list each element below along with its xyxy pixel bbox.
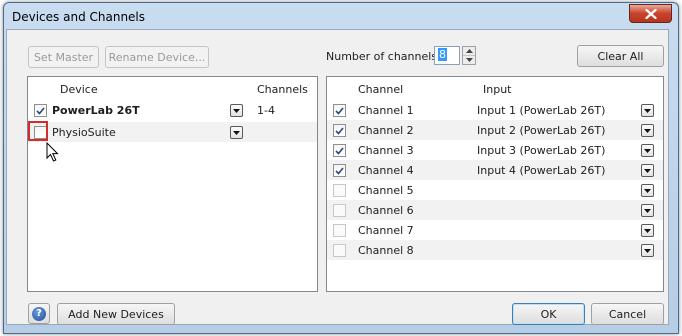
devices-header-device: Device bbox=[60, 83, 98, 96]
channel-name: Channel 6 bbox=[358, 204, 414, 217]
channel-input: Input 4 (PowerLab 26T) bbox=[477, 164, 606, 177]
channel-checkbox[interactable] bbox=[333, 164, 346, 177]
mouse-pointer-icon bbox=[46, 142, 59, 162]
channel-row[interactable]: Channel 5 bbox=[327, 180, 663, 200]
rename-device-button[interactable]: Rename Device... bbox=[105, 46, 209, 68]
channel-name: Channel 8 bbox=[358, 244, 414, 257]
channel-checkbox[interactable] bbox=[333, 224, 346, 237]
chevron-down-icon bbox=[644, 228, 651, 233]
input-dropdown-button[interactable] bbox=[641, 144, 654, 157]
channel-input: Input 2 (PowerLab 26T) bbox=[477, 124, 606, 137]
chevron-down-icon bbox=[644, 168, 651, 173]
num-channels-value: 8 bbox=[438, 48, 447, 61]
device-name: PowerLab 26T bbox=[52, 104, 140, 117]
chevron-up-icon bbox=[465, 49, 473, 53]
channel-checkbox[interactable] bbox=[333, 124, 346, 137]
channel-row[interactable]: Channel 7 bbox=[327, 220, 663, 240]
input-dropdown-button[interactable] bbox=[641, 184, 654, 197]
channel-checkbox[interactable] bbox=[333, 184, 346, 197]
chevron-down-icon bbox=[644, 108, 651, 113]
num-channels-input[interactable]: 8 bbox=[434, 46, 460, 65]
input-dropdown-button[interactable] bbox=[641, 204, 654, 217]
input-dropdown-button[interactable] bbox=[641, 244, 654, 257]
chevron-down-icon bbox=[644, 208, 651, 213]
chevron-down-icon bbox=[644, 248, 651, 253]
help-button[interactable]: ? bbox=[28, 303, 50, 324]
clear-all-button[interactable]: Clear All bbox=[577, 45, 664, 67]
checkmark-icon bbox=[335, 106, 344, 115]
title-bar: Devices and Channels bbox=[4, 3, 678, 31]
device-row[interactable]: PhysioSuite bbox=[28, 122, 317, 142]
chevron-down-icon bbox=[644, 188, 651, 193]
chevron-down-icon bbox=[233, 130, 240, 135]
input-dropdown-button[interactable] bbox=[641, 104, 654, 117]
device-dropdown-button[interactable] bbox=[230, 126, 243, 139]
channel-name: Channel 5 bbox=[358, 184, 414, 197]
checkmark-icon bbox=[335, 126, 344, 135]
channel-row[interactable]: Channel 1 Input 1 (PowerLab 26T) bbox=[327, 100, 663, 120]
close-icon bbox=[644, 8, 657, 19]
set-master-button[interactable]: Set Master bbox=[28, 46, 99, 68]
channel-checkbox[interactable] bbox=[333, 244, 346, 257]
device-dropdown-button[interactable] bbox=[230, 104, 243, 117]
channel-row[interactable]: Channel 3 Input 3 (PowerLab 26T) bbox=[327, 140, 663, 160]
channel-row[interactable]: Channel 6 bbox=[327, 200, 663, 220]
ok-button[interactable]: OK bbox=[512, 303, 585, 325]
channel-name: Channel 3 bbox=[358, 144, 414, 157]
channel-input: Input 1 (PowerLab 26T) bbox=[477, 104, 606, 117]
chevron-down-icon bbox=[465, 57, 473, 62]
checkmark-icon bbox=[335, 146, 344, 155]
checkbox-highlight bbox=[28, 121, 48, 141]
channel-input: Input 3 (PowerLab 26T) bbox=[477, 144, 606, 157]
num-channels-label: Number of channels: bbox=[326, 50, 441, 63]
channels-panel: Channel Input Channel 1 Input 1 (PowerLa… bbox=[326, 76, 664, 292]
channels-header-channel: Channel bbox=[358, 83, 404, 96]
device-row[interactable]: PowerLab 26T 1-4 bbox=[28, 100, 317, 120]
channel-row[interactable]: Channel 8 bbox=[327, 240, 663, 260]
device-channels: 1-4 bbox=[257, 104, 275, 117]
chevron-down-icon bbox=[644, 128, 651, 133]
device-checkbox[interactable] bbox=[34, 104, 47, 117]
channel-name: Channel 7 bbox=[358, 224, 414, 237]
num-channels-stepper[interactable] bbox=[462, 46, 476, 65]
input-dropdown-button[interactable] bbox=[641, 124, 654, 137]
device-name: PhysioSuite bbox=[52, 126, 116, 139]
channels-header-input: Input bbox=[483, 83, 512, 96]
channel-checkbox[interactable] bbox=[333, 104, 346, 117]
stepper-up-button[interactable] bbox=[463, 47, 475, 55]
checkmark-icon bbox=[335, 166, 344, 175]
stepper-down-button[interactable] bbox=[463, 55, 475, 63]
channel-checkbox[interactable] bbox=[333, 204, 346, 217]
help-icon: ? bbox=[32, 306, 46, 321]
chevron-down-icon bbox=[233, 108, 240, 113]
window-title: Devices and Channels bbox=[12, 10, 146, 24]
channel-name: Channel 1 bbox=[358, 104, 414, 117]
add-new-devices-button[interactable]: Add New Devices bbox=[57, 303, 175, 325]
input-dropdown-button[interactable] bbox=[641, 224, 654, 237]
channel-row[interactable]: Channel 2 Input 2 (PowerLab 26T) bbox=[327, 120, 663, 140]
close-button[interactable] bbox=[629, 4, 672, 23]
devices-panel: Device Channels PowerLab 26T 1-4 PhysioS… bbox=[27, 76, 318, 292]
chevron-down-icon bbox=[644, 148, 651, 153]
input-dropdown-button[interactable] bbox=[641, 164, 654, 177]
channel-row[interactable]: Channel 4 Input 4 (PowerLab 26T) bbox=[327, 160, 663, 180]
devices-header-channels: Channels bbox=[257, 83, 308, 96]
channel-checkbox[interactable] bbox=[333, 144, 346, 157]
checkmark-icon bbox=[36, 106, 45, 115]
channel-name: Channel 4 bbox=[358, 164, 414, 177]
channel-name: Channel 2 bbox=[358, 124, 414, 137]
cancel-button[interactable]: Cancel bbox=[591, 303, 664, 325]
